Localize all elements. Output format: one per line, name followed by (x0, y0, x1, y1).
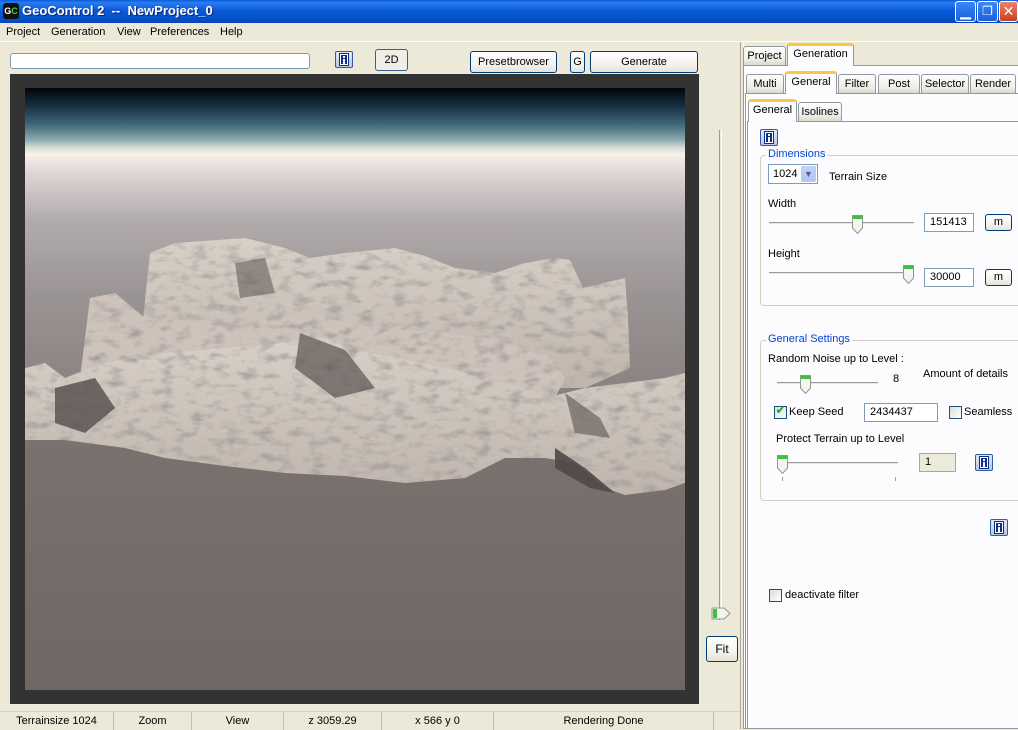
status-zoom: Zoom (114, 712, 192, 730)
width-unit-button[interactable]: m (985, 214, 1012, 231)
subtab-general[interactable]: General (785, 71, 837, 94)
tab-generation[interactable]: Generation (787, 43, 854, 66)
random-noise-slider-track[interactable] (777, 382, 878, 385)
width-label: Width (768, 198, 797, 210)
width-slider-thumb[interactable] (852, 215, 864, 234)
height-slider-track[interactable] (769, 272, 914, 275)
terrain-render-view[interactable] (25, 88, 685, 690)
close-icon: ✕ (1002, 3, 1015, 19)
tab-project[interactable]: Project (743, 46, 786, 66)
dimensions-title: Dimensions (766, 148, 828, 160)
height-label: Height (768, 248, 800, 260)
status-xy: x 566 y 0 (382, 712, 494, 730)
keep-seed-label: Keep Seed (789, 406, 844, 418)
height-unit-button[interactable]: m (985, 269, 1012, 286)
random-noise-slider-thumb[interactable] (799, 375, 811, 394)
window-title: GeoControl 2 -- NewProject_0 (22, 3, 213, 18)
deactivate-filter-checkbox[interactable] (769, 589, 782, 602)
amount-of-details-label: Amount of details (923, 368, 1008, 380)
protect-terrain-slider-track[interactable] (777, 462, 898, 465)
status-bar: Terrainsize 1024 Zoom View z 3059.29 x 5… (0, 711, 740, 730)
protect-terrain-label: Protect Terrain up to Level (776, 433, 905, 445)
checkmark-icon (770, 587, 781, 600)
protect-terrain-input: 1 (919, 453, 956, 472)
zoom-slider-thumb[interactable] (711, 607, 731, 620)
menu-bar: Project Generation View Preferences Help (0, 23, 1018, 42)
slider-tick (782, 477, 783, 481)
height-input[interactable]: 30000 (924, 268, 974, 287)
terrain-size-combo[interactable]: 1024 ▼ (768, 164, 818, 184)
info-icon (994, 521, 1004, 534)
slider-tick (895, 477, 896, 481)
minimize-icon: ▁ (960, 3, 971, 19)
menu-generation[interactable]: Generation (51, 26, 105, 38)
subtab-post[interactable]: Post (878, 74, 920, 94)
info-button[interactable] (335, 51, 353, 68)
innertab-general[interactable]: General (748, 99, 797, 122)
status-message: Rendering Done (494, 712, 714, 730)
status-view: View (192, 712, 284, 730)
title-bar: GC GeoControl 2 -- NewProject_0 ▁ ❐ ✕ (0, 0, 1018, 23)
terrain-size-label: Terrain Size (829, 171, 888, 183)
innertab-isolines[interactable]: Isolines (798, 102, 842, 122)
random-noise-value: 8 (893, 373, 900, 385)
terrain-size-value: 1024 (773, 168, 798, 180)
checkmark-icon: ✔ (775, 403, 786, 417)
protect-terrain-info-button[interactable] (975, 454, 993, 471)
checkmark-icon (950, 404, 961, 417)
keep-seed-checkbox[interactable]: ✔ (774, 403, 787, 419)
menu-view[interactable]: View (117, 26, 141, 38)
general-settings-title: General Settings (766, 333, 852, 345)
width-input[interactable]: 151413 (924, 213, 974, 232)
menu-project[interactable]: Project (6, 26, 40, 38)
geocontrol-logo-icon: GC (3, 3, 19, 19)
protect-terrain-slider-thumb[interactable] (777, 455, 788, 474)
menu-help[interactable]: Help (220, 26, 243, 38)
info-icon (764, 131, 774, 144)
terrain-render (25, 238, 685, 495)
height-slider-thumb[interactable] (903, 265, 914, 284)
progress-field (10, 53, 310, 69)
seamless-label: Seamless (964, 406, 1013, 418)
deactivate-filter-label: deactivate filter (785, 589, 859, 601)
chevron-down-icon[interactable]: ▼ (801, 166, 816, 182)
width-slider-track[interactable] (769, 222, 914, 225)
generate-button[interactable]: Generate (590, 51, 698, 73)
g-button[interactable]: G (570, 51, 585, 73)
menu-preferences[interactable]: Preferences (150, 26, 209, 38)
subtab-multi[interactable]: Multi (746, 74, 784, 94)
restore-button[interactable]: ❐ (977, 1, 998, 22)
random-noise-label: Random Noise up to Level : (768, 353, 904, 365)
fit-button[interactable]: Fit (706, 636, 738, 662)
subtab-selector[interactable]: Selector (921, 74, 969, 94)
minimize-button[interactable]: ▁ (955, 1, 976, 22)
restore-icon: ❐ (982, 4, 993, 18)
seed-input[interactable]: 2434437 (864, 403, 938, 422)
zoom-slider-track[interactable] (719, 130, 722, 620)
status-z: z 3059.29 (284, 712, 382, 730)
close-button[interactable]: ✕ (999, 1, 1018, 22)
status-terrainsize: Terrainsize 1024 (0, 712, 114, 730)
mode-2d-button[interactable]: 2D (375, 49, 408, 71)
presetbrowser-button[interactable]: Presetbrowser (470, 51, 557, 73)
info-icon (339, 53, 349, 66)
subtab-render[interactable]: Render (970, 74, 1016, 94)
info-icon (979, 456, 989, 469)
seamless-checkbox[interactable] (949, 406, 962, 419)
subtab-filter[interactable]: Filter (838, 74, 876, 94)
filter-info-button[interactable] (990, 519, 1008, 536)
panel-info-button[interactable] (760, 129, 778, 146)
